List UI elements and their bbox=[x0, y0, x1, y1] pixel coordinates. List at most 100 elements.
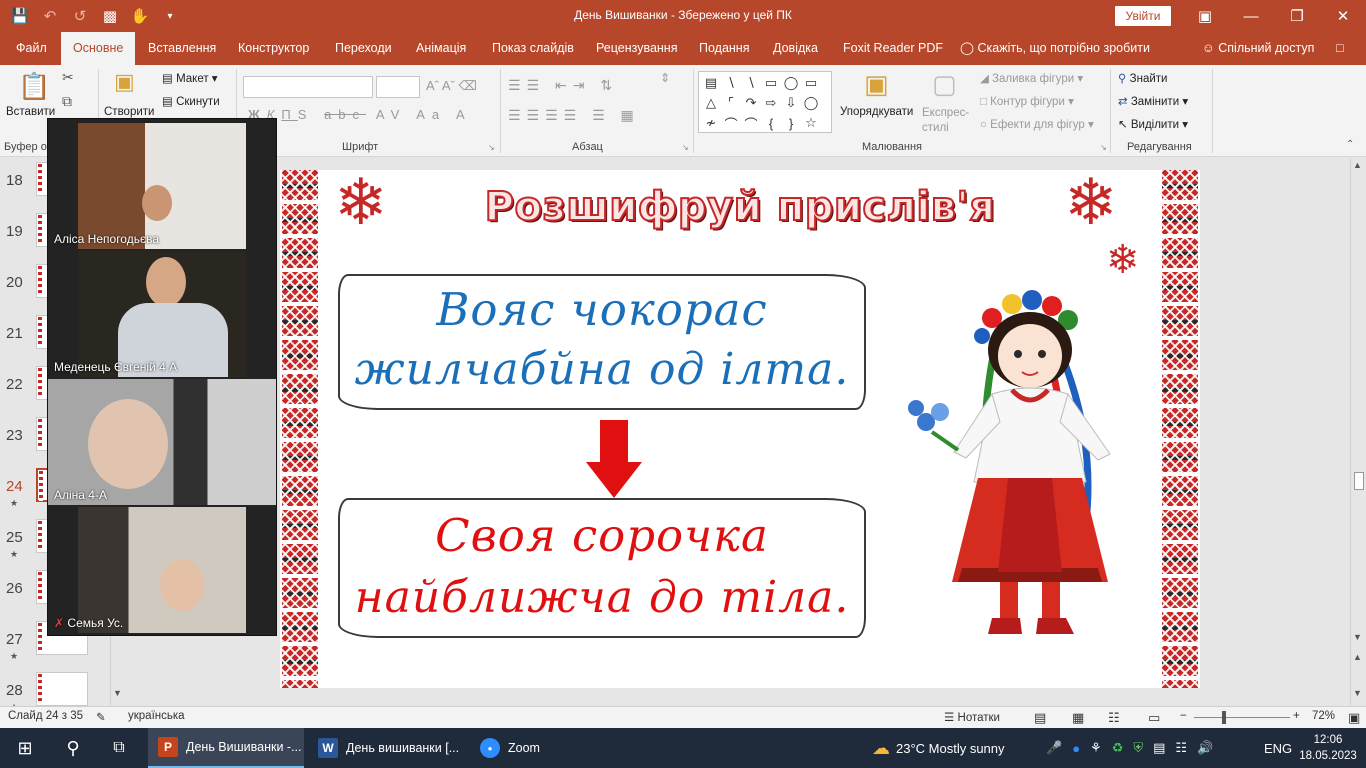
zoom-slider[interactable] bbox=[1194, 717, 1290, 718]
zoom-tray-icon[interactable]: ● bbox=[1072, 741, 1080, 756]
tab-slideshow[interactable]: Показ слайдів bbox=[490, 32, 576, 65]
close-icon[interactable]: ✕ bbox=[1320, 0, 1366, 32]
font-grow-icon[interactable]: Aˆ Aˇ ⌫ bbox=[426, 78, 477, 94]
zoom-out-icon[interactable]: − bbox=[1180, 710, 1187, 722]
paste-button[interactable]: Вставити bbox=[6, 106, 55, 118]
shapes-gallery[interactable]: ▤ ∖ ∖ ▭ ◯ ▭ △ ⌜ ↷ ⇨ ⇩ ◯ ≁ ⌒ ⌒{} ☆ bbox=[698, 71, 832, 133]
taskbar-clock[interactable]: 12:06 18.05.2023 bbox=[1296, 732, 1360, 764]
participant-tile[interactable]: Аліна 4-А bbox=[48, 379, 276, 505]
slide-number: 25 bbox=[6, 529, 23, 546]
windows-start-icon[interactable]: ⊞ bbox=[10, 728, 40, 768]
tab-insert[interactable]: Вставлення bbox=[146, 32, 218, 65]
clipboard-group-label: Буфер о bbox=[4, 141, 47, 153]
slide-scrollbar[interactable]: ▲ ▼ ▲ ▼ bbox=[1350, 158, 1366, 706]
cut-icon[interactable]: ✂ bbox=[62, 69, 74, 86]
normal-view-icon[interactable]: ▤ bbox=[1034, 710, 1046, 726]
layout-button[interactable]: ▤ Макет ▾ bbox=[162, 71, 218, 85]
security-icon[interactable]: ⚘ bbox=[1090, 740, 1102, 756]
volume-icon[interactable]: 🔊 bbox=[1197, 740, 1213, 756]
font-dialog-launcher-icon[interactable]: ↘ bbox=[488, 143, 495, 152]
sign-in-button[interactable]: Увійти bbox=[1115, 6, 1171, 26]
shape-effects-button[interactable]: ○ Ефекти для фігур ▾ bbox=[980, 117, 1094, 131]
tab-transitions[interactable]: Переходи bbox=[333, 32, 394, 65]
slide-canvas[interactable]: ❄ ❄ ❄ Розшифруй прислів'я Вояс чокорас ж… bbox=[280, 170, 1200, 688]
paragraph-group-label: Абзац bbox=[572, 141, 603, 153]
list-buttons[interactable]: ☰☰ ⇤⇥ ⇅ bbox=[508, 77, 618, 94]
paragraph-dialog-launcher-icon[interactable]: ↘ bbox=[682, 143, 689, 152]
copy-icon[interactable]: ⧉ bbox=[62, 93, 72, 110]
share-button[interactable]: ☺ Спільний доступ bbox=[1200, 32, 1316, 65]
tab-file[interactable]: Файл bbox=[14, 32, 49, 65]
select-button[interactable]: ↖ Виділити ▾ bbox=[1118, 117, 1188, 131]
paste-icon[interactable]: 📋 bbox=[18, 71, 50, 102]
replace-button[interactable]: ⇄ Замінити ▾ bbox=[1118, 94, 1188, 108]
zoom-in-icon[interactable]: + bbox=[1293, 710, 1300, 722]
tab-review[interactable]: Рецензування bbox=[594, 32, 679, 65]
next-slide-icon[interactable]: ▼ bbox=[1353, 688, 1362, 698]
participant-tile[interactable]: Меденець Євгеній 4 А bbox=[48, 251, 276, 377]
reading-view-icon[interactable]: ☷ bbox=[1108, 710, 1120, 726]
font-format-buttons[interactable]: ЖКПS abc AV Aa A bbox=[248, 107, 472, 122]
new-slide-button[interactable]: Створити bbox=[104, 106, 154, 118]
participant-tile[interactable]: Аліса Непогодьєва bbox=[48, 123, 276, 249]
input-language[interactable]: ENG bbox=[1264, 728, 1292, 768]
taskbar-zoom[interactable]: ● Zoom bbox=[470, 728, 570, 768]
previous-slide-icon[interactable]: ▲ bbox=[1353, 652, 1362, 662]
status-bar: Слайд 24 з 35 ✎ українська ☰ Нотатки ▤ ▦… bbox=[0, 706, 1366, 728]
app-tray-icon[interactable]: ▤ bbox=[1153, 740, 1165, 756]
align-buttons[interactable]: ☰☰☰☰ ☰ ▦ bbox=[508, 107, 640, 124]
tell-me-search[interactable]: ◯ Скажіть, що потрібно зробити bbox=[958, 32, 1152, 65]
tab-help[interactable]: Довідка bbox=[771, 32, 820, 65]
encoded-proverb-banner[interactable]: Вояс чокорас жилчабйна од ілта. bbox=[338, 274, 866, 410]
ribbon-display-icon[interactable]: ▣ bbox=[1182, 0, 1228, 32]
drawing-dialog-launcher-icon[interactable]: ↘ bbox=[1100, 143, 1107, 152]
sync-icon[interactable]: ♻ bbox=[1112, 740, 1124, 756]
fit-slide-icon[interactable]: ▣ bbox=[1348, 710, 1360, 726]
arrange-icon[interactable]: ▣ bbox=[864, 69, 889, 100]
tab-design[interactable]: Конструктор bbox=[236, 32, 311, 65]
new-slide-icon[interactable]: ▣ bbox=[114, 69, 135, 95]
zoom-level[interactable]: 72% bbox=[1312, 710, 1335, 722]
quick-styles-button[interactable]: Експрес-стилі bbox=[922, 106, 978, 136]
tab-animations[interactable]: Анімація bbox=[414, 32, 468, 65]
taskbar-word[interactable]: W День вишиванки [... bbox=[308, 728, 464, 768]
tab-foxit[interactable]: Foxit Reader PDF bbox=[841, 32, 945, 65]
collapse-ribbon-icon[interactable]: ⌃ bbox=[1346, 139, 1354, 150]
decoded-proverb-banner[interactable]: Своя сорочка найближча до тіла. bbox=[338, 498, 866, 638]
scrollbar-thumb[interactable] bbox=[1354, 472, 1364, 490]
taskbar-powerpoint[interactable]: P День Вишиванки -... bbox=[148, 728, 304, 768]
minimize-icon[interactable]: — bbox=[1228, 0, 1274, 32]
quick-styles-icon[interactable]: ▢ bbox=[932, 69, 957, 100]
shape-outline-button[interactable]: □ Контур фігури ▾ bbox=[980, 94, 1074, 108]
tab-view[interactable]: Подання bbox=[697, 32, 751, 65]
zoom-video-panel[interactable]: Аліса Непогодьєва Меденець Євгеній 4 А А… bbox=[47, 118, 277, 636]
language-indicator[interactable]: українська bbox=[128, 710, 185, 722]
comments-icon[interactable]: □ bbox=[1334, 32, 1346, 65]
maximize-icon[interactable]: ❐ bbox=[1274, 0, 1320, 32]
tab-home[interactable]: Основне bbox=[61, 32, 136, 65]
find-button[interactable]: ⚲ Знайти bbox=[1118, 71, 1167, 85]
spell-check-icon[interactable]: ✎ bbox=[96, 710, 106, 724]
microphone-icon[interactable]: 🎤 bbox=[1046, 740, 1062, 756]
slide-sorter-icon[interactable]: ▦ bbox=[1072, 710, 1084, 726]
scroll-up-icon[interactable]: ▲ bbox=[1353, 160, 1362, 170]
font-size-combo[interactable] bbox=[376, 76, 420, 98]
scroll-down-icon[interactable]: ▼ bbox=[1353, 632, 1362, 642]
reset-button[interactable]: ▤ Скинути bbox=[162, 94, 220, 108]
shape-fill-button[interactable]: ◢ Заливка фігури ▾ bbox=[980, 71, 1083, 85]
participant-tile[interactable]: ✗ Семья Ус. bbox=[48, 507, 276, 633]
slide-thumbnail-image[interactable] bbox=[36, 672, 88, 706]
zoom-slider-thumb[interactable] bbox=[1222, 711, 1226, 724]
scroll-down-icon[interactable]: ▼ bbox=[113, 688, 122, 698]
slideshow-view-icon[interactable]: ▭ bbox=[1148, 710, 1160, 726]
weather-widget[interactable]: ☁ 23°C Mostly sunny bbox=[872, 728, 1005, 768]
task-view-icon[interactable]: ⧉ bbox=[104, 728, 134, 768]
slide-counter: Слайд 24 з 35 bbox=[8, 710, 83, 722]
defender-icon[interactable]: ⛨ bbox=[1133, 740, 1143, 756]
text-direction-icon[interactable]: ⇕ bbox=[660, 71, 670, 85]
search-icon[interactable]: ⚲ bbox=[56, 728, 90, 768]
network-icon[interactable]: ☷ bbox=[1175, 740, 1187, 756]
arrange-button[interactable]: Упорядкувати bbox=[840, 106, 913, 118]
notes-button[interactable]: ☰ Нотатки bbox=[944, 710, 1000, 724]
font-name-combo[interactable] bbox=[243, 76, 373, 98]
